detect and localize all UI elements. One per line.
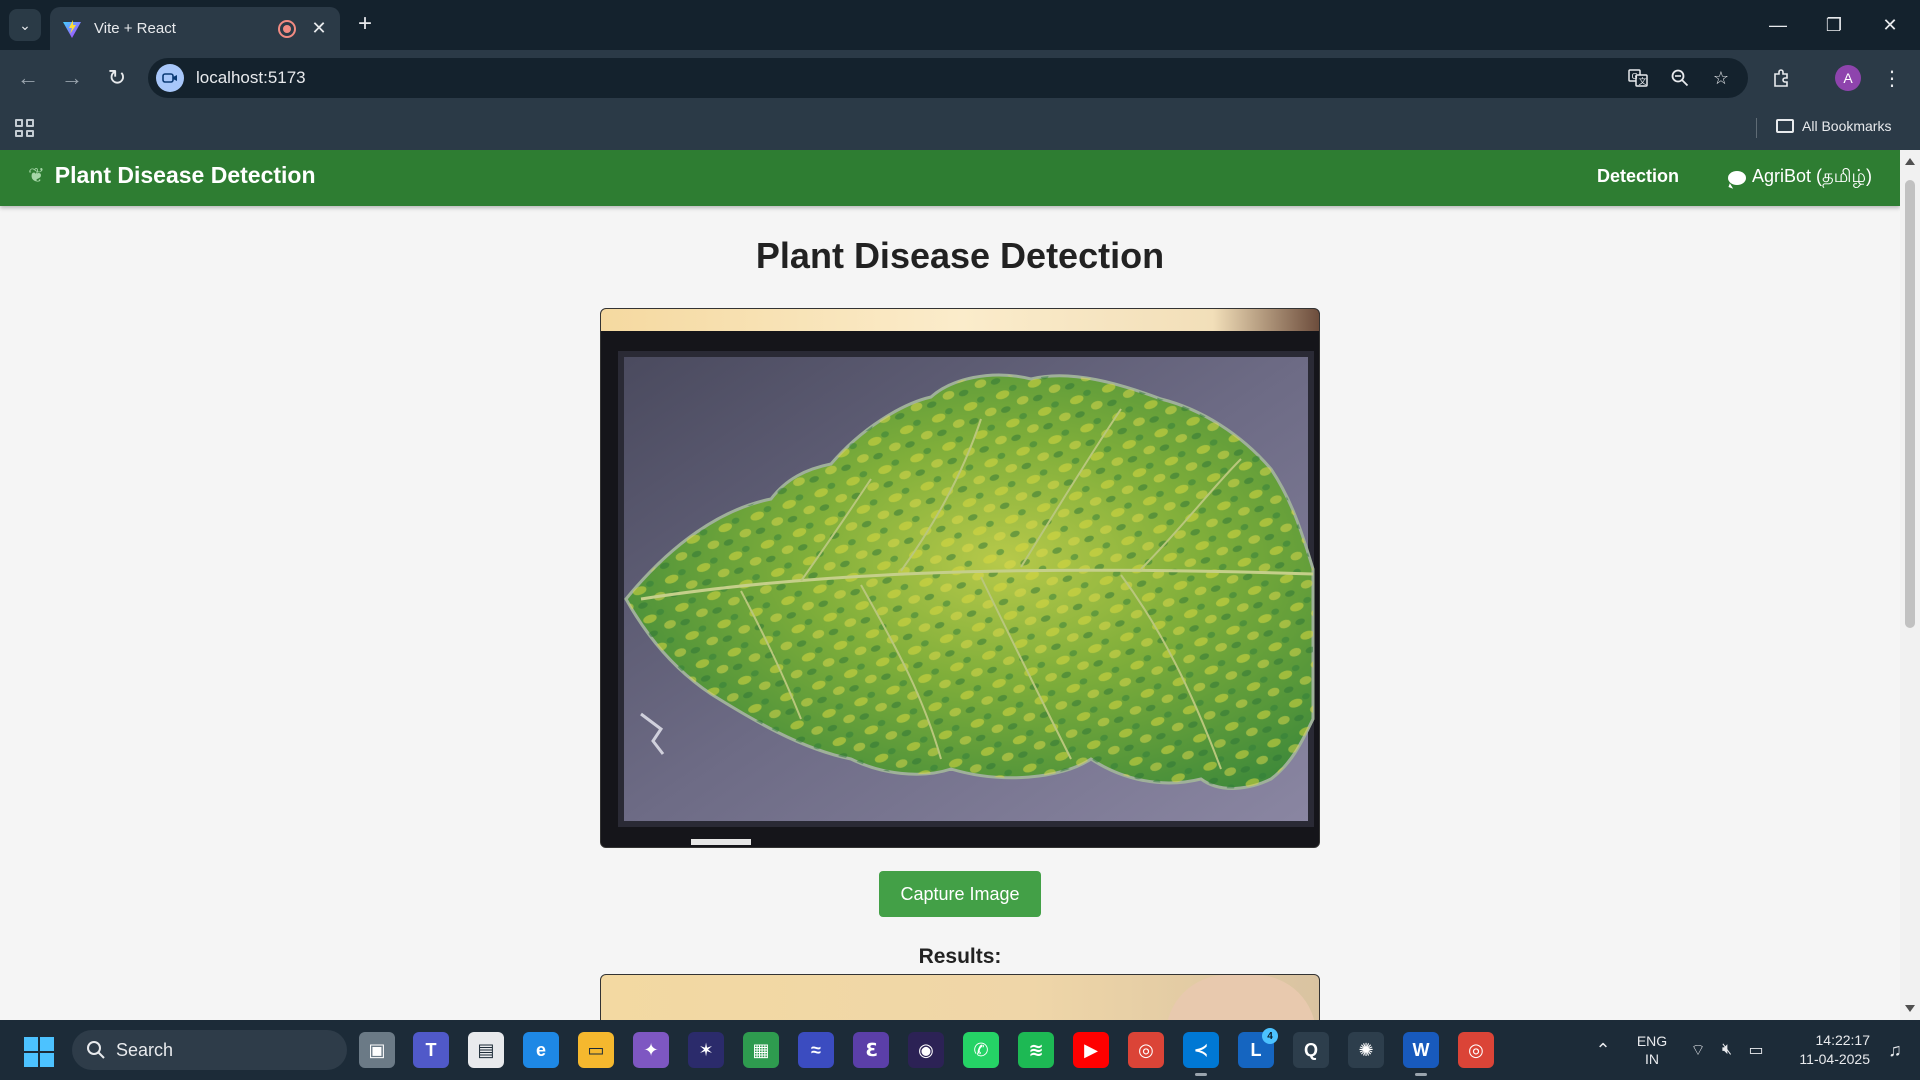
qt-icon[interactable]: Q [1293,1032,1329,1068]
windows-start-icon[interactable] [24,1037,54,1067]
chat-bubble-icon [1728,170,1746,185]
word-icon[interactable]: W [1403,1032,1439,1076]
notification-bell-icon[interactable]: ♫ [1880,1020,1910,1080]
all-bookmarks-label: All Bookmarks [1802,118,1892,134]
address-bar[interactable]: localhost:5173 G文 ☆ [148,58,1748,98]
browser-menu-icon[interactable]: ⋮ [1876,62,1908,94]
spotify-icon[interactable]: ≋ [1018,1032,1054,1068]
extensions-icon[interactable] [1765,62,1797,94]
chrome-icon[interactable]: ◎ [1128,1032,1164,1068]
url-text: localhost:5173 [196,68,306,87]
app-brand[interactable]: ❦ Plant Disease Detection [28,162,316,189]
notepad-icon[interactable]: ▤ [468,1032,504,1068]
lang-line2: IN [1645,1051,1659,1067]
close-window-icon[interactable]: ✕ [1862,0,1918,50]
notification-badge: 4 [1262,1028,1278,1044]
chatgpt-icon[interactable]: ✺ [1348,1032,1384,1068]
eclipse-icon[interactable]: ◉ [908,1032,944,1068]
bookmark-star-icon[interactable]: ☆ [1707,64,1735,92]
result-image-finger [1166,975,1316,1020]
scroll-down-arrow-icon[interactable] [1905,1005,1915,1012]
volume-muted-icon[interactable]: 🔇︎ [1713,1020,1741,1080]
taskbar-search-label: Search [116,1039,174,1060]
folder-icon [1776,119,1794,133]
close-tab-icon[interactable]: ✕ [310,18,328,39]
whatsapp-icon[interactable]: ✆ [963,1032,999,1068]
nav-detection-link[interactable]: Detection [1597,166,1679,187]
browser-tab-strip: ⌄ Vite + React ✕ + — ❐ ✕ [0,0,1920,50]
results-label: Results: [918,945,1002,968]
scroll-up-arrow-icon[interactable] [1905,158,1915,165]
all-bookmarks-button[interactable]: All Bookmarks [1776,118,1891,134]
snipping-tool-icon[interactable]: ✶ [688,1032,724,1068]
nav-agribot-link[interactable]: AgriBot (தமிழ்) [1728,166,1872,189]
lang-line1: ENG [1636,1033,1668,1049]
search-icon [87,1041,105,1059]
page-scrollbar[interactable] [1900,150,1920,1020]
new-tab-icon[interactable]: + [352,10,378,38]
page-viewport: ❦ Plant Disease Detection Detection Agri… [0,150,1900,1020]
wireshark-icon[interactable]: ≈ [798,1032,834,1068]
webcam-leaf-image [601,309,1319,847]
webcam-feed [600,308,1320,848]
site-camera-icon[interactable] [156,64,184,92]
vite-logo-icon [63,19,81,38]
browser-toolbar: ← → ↻ localhost:5173 G文 ☆ ⋮ [0,50,1920,106]
file-explorer-icon[interactable]: ▭ [578,1032,614,1068]
bookmarks-separator [1756,118,1757,138]
result-image [600,974,1320,1020]
sprout-icon: ❦ [28,165,45,187]
app-navbar: ❦ Plant Disease Detection Detection Agri… [0,150,1900,206]
wifi-icon[interactable]: ⌔ [1684,1020,1712,1080]
clock-date: 11-04-2025 [1799,1051,1870,1067]
windows-taskbar: Search ▣ T ▤ e ▭ ✦ ✶ ▦ ≈ ℇ ◉ ✆ ≋ ▶ ◎ ≺ L… [0,1020,1920,1080]
reload-icon[interactable]: ↻ [101,62,133,94]
tab-search-chevron-icon[interactable]: ⌄ [9,9,41,41]
youtube-icon[interactable]: ▶ [1073,1032,1109,1068]
restore-icon[interactable]: ❐ [1806,0,1862,50]
language-indicator[interactable]: ENG IN [1630,1020,1674,1080]
scrollbar-thumb[interactable] [1905,180,1915,628]
taskbar-search[interactable]: Search [72,1030,347,1070]
zoom-icon[interactable] [1666,64,1694,92]
agribot-label: AgriBot (தமிழ்) [1752,166,1872,186]
teams-icon[interactable]: T [413,1032,449,1068]
chrome-profile-icon[interactable]: ◎ [1458,1032,1494,1068]
brand-title: Plant Disease Detection [54,162,316,188]
minimize-icon[interactable]: — [1750,0,1806,50]
task-view-icon[interactable]: ▣ [359,1032,395,1068]
bookmarks-bar: All Bookmarks [0,106,1920,150]
system-clock[interactable]: 14:22:17 11-04-2025 [1780,1020,1870,1080]
capture-image-button[interactable]: Capture Image [879,871,1041,917]
svg-text:G: G [1632,72,1638,81]
page-title: Plant Disease Detection [755,235,1165,276]
recording-indicator-icon [278,19,296,38]
profile-avatar[interactable]: A [1835,65,1861,91]
edge-icon[interactable]: e [523,1032,559,1068]
svg-text:文: 文 [1639,76,1647,86]
clock-time: 14:22:17 [1815,1032,1871,1048]
tab-title: Vite + React [94,20,176,37]
translate-icon[interactable]: G文 [1624,64,1652,92]
apps-grid-icon[interactable] [12,116,36,140]
classroom-icon[interactable]: ▦ [743,1032,779,1068]
back-icon[interactable]: ← [12,62,44,94]
vscode-icon[interactable]: ≺ [1183,1032,1219,1076]
lens-app-icon[interactable]: L4 [1238,1028,1278,1068]
battery-icon[interactable]: ▭ [1742,1020,1770,1080]
browser-tab[interactable]: Vite + React ✕ [50,7,340,50]
copilot-icon[interactable]: ✦ [633,1032,669,1068]
eclipse-ide-icon[interactable]: ℇ [853,1032,889,1068]
forward-icon[interactable]: → [56,62,88,94]
tray-chevron-up-icon[interactable]: ⌃ [1588,1020,1618,1080]
